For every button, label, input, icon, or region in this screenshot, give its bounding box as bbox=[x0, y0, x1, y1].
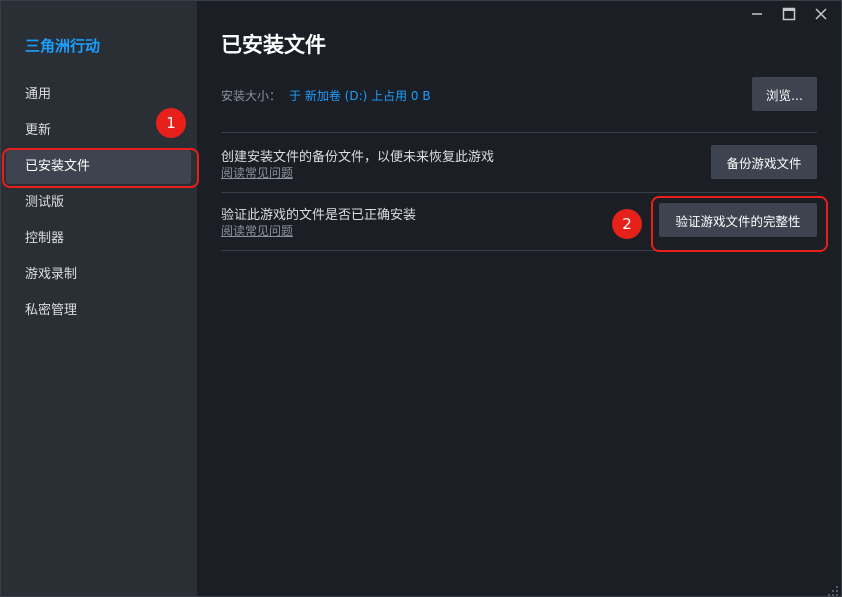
sidebar-item-betas[interactable]: 测试版 bbox=[6, 186, 191, 220]
verify-faq-link[interactable]: 阅读常见问题 bbox=[221, 222, 293, 239]
annotation-highlight-1 bbox=[2, 148, 199, 188]
sidebar-item-controller[interactable]: 控制器 bbox=[6, 222, 191, 256]
resize-grip-icon[interactable] bbox=[827, 582, 839, 596]
sidebar-item-general[interactable]: 通用 bbox=[6, 78, 191, 112]
sidebar-item-privacy[interactable]: 私密管理 bbox=[6, 294, 191, 328]
minimize-icon[interactable] bbox=[741, 3, 773, 25]
sidebar-item-game-recording[interactable]: 游戏录制 bbox=[6, 258, 191, 292]
backup-game-files-button[interactable]: 备份游戏文件 bbox=[711, 145, 817, 179]
close-icon[interactable] bbox=[805, 3, 837, 25]
annotation-badge-1: 1 bbox=[156, 108, 186, 138]
maximize-icon[interactable] bbox=[773, 3, 805, 25]
install-size-value: 于 新加卷 (D:) 上占用 0 B bbox=[289, 89, 431, 103]
page-title: 已安装文件 bbox=[221, 33, 326, 57]
annotation-badge-2: 2 bbox=[612, 209, 642, 239]
divider bbox=[221, 192, 817, 193]
annotation-highlight-2 bbox=[651, 196, 828, 252]
backup-faq-link[interactable]: 阅读常见问题 bbox=[221, 164, 293, 181]
game-title: 三角洲行动 bbox=[25, 37, 101, 55]
window-controls bbox=[741, 3, 837, 25]
backup-description: 创建安装文件的备份文件，以便未来恢复此游戏 bbox=[221, 150, 495, 165]
main-panel: 已安装文件 安装大小： 于 新加卷 (D:) 上占用 0 B 浏览... 创建安装… bbox=[197, 1, 841, 596]
divider bbox=[221, 132, 817, 133]
verify-description: 验证此游戏的文件是否已正确安装 bbox=[221, 208, 417, 223]
install-size-row: 安装大小： 于 新加卷 (D:) 上占用 0 B bbox=[221, 87, 431, 104]
sidebar: 三角洲行动 通用 更新 已安装文件 测试版 控制器 游戏录制 私密管理 bbox=[1, 1, 197, 596]
properties-window: 三角洲行动 通用 更新 已安装文件 测试版 控制器 游戏录制 私密管理 已安装文… bbox=[0, 0, 842, 597]
install-size-label: 安装大小： bbox=[221, 89, 282, 103]
browse-button[interactable]: 浏览... bbox=[752, 77, 817, 111]
